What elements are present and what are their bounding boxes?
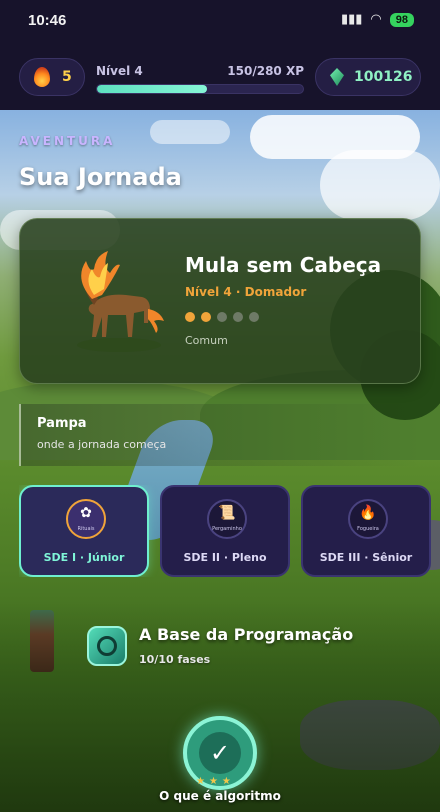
gems-pill[interactable]: 100126 (315, 58, 421, 96)
status-time: 10:46 (28, 12, 67, 29)
region-banner-backdrop (21, 404, 421, 466)
page-title: Sua Jornada (19, 163, 182, 191)
gem-count: 100126 (354, 69, 413, 85)
progress-dot (233, 312, 243, 322)
scroll-icon: 📜 Pergaminho (207, 499, 247, 539)
xp-progress-fill (97, 85, 208, 93)
creature-rarity: Comum (185, 334, 228, 347)
region-name: Pampa (37, 416, 87, 431)
creature-name: Mula sem Cabeça (185, 253, 382, 277)
tier-card-junior[interactable]: ✿ Rituais SDE I · Júnior (19, 485, 149, 577)
cloud (150, 120, 230, 144)
module-progress: 10/10 fases (139, 653, 211, 666)
status-indicators: ▮▮▮ ◠ 98 (341, 12, 414, 27)
check-icon: ✓ (209, 739, 231, 767)
creature-progress-dots (185, 312, 259, 322)
top-bar: 5 Nível 4 150/280 XP 100126 (0, 44, 440, 110)
tier-label: SDE I · Júnior (43, 551, 125, 564)
tier-icon-caption: Pergaminho (212, 526, 242, 532)
tier-card-senior[interactable]: 🔥 Fogueira SDE III · Sênior (301, 485, 431, 577)
flaming-mule-icon (77, 251, 164, 352)
battery-icon: 98 (389, 12, 414, 27)
campfire-icon: 🔥 Fogueira (348, 499, 388, 539)
cloud (320, 150, 440, 220)
status-bar: 10:46 ▮▮▮ ◠ 98 (0, 0, 440, 44)
level-label: Nível 4 (96, 64, 143, 78)
wifi-icon: ◠ (370, 12, 382, 27)
totem-icon (30, 610, 54, 672)
xp-progress-bar (96, 84, 304, 94)
lotus-icon: ✿ Rituais (66, 499, 106, 539)
progress-dot (217, 312, 227, 322)
tier-label: SDE III · Sênior (319, 551, 413, 564)
tier-card-pleno[interactable]: 📜 Pergaminho SDE II · Pleno (160, 485, 290, 577)
xp-label: 150/280 XP (227, 64, 304, 78)
streak-pill[interactable]: 5 (19, 58, 85, 96)
tier-icon-caption: Fogueira (357, 526, 379, 532)
progress-dot (201, 312, 211, 322)
stars-icon: ★★★ (196, 776, 235, 787)
region-subtitle: onde a jornada começa (37, 438, 167, 451)
module-icon[interactable] (87, 626, 127, 666)
progress-dot (249, 312, 259, 322)
tier-icon-caption: Rituais (77, 526, 95, 532)
tier-selector[interactable]: ✿ Rituais SDE I · Júnior 📜 Pergaminho SD… (19, 485, 440, 577)
section-eyebrow: AVENTURA (19, 134, 116, 148)
progress-dot (185, 312, 195, 322)
signal-icon: ▮▮▮ (340, 12, 363, 27)
flame-icon (32, 65, 52, 89)
streak-count: 5 (62, 69, 72, 85)
creature-card[interactable]: Mula sem Cabeça Nível 4 · Domador Comum (19, 218, 421, 384)
module-title[interactable]: A Base da Programação (139, 625, 353, 644)
lesson-node-label: O que é algoritmo (159, 789, 281, 803)
tier-label: SDE II · Pleno (183, 551, 267, 564)
creature-level: Nível 4 · Domador (185, 285, 307, 299)
region-banner: Pampa onde a jornada começa (19, 404, 421, 466)
gem-icon (328, 66, 346, 88)
